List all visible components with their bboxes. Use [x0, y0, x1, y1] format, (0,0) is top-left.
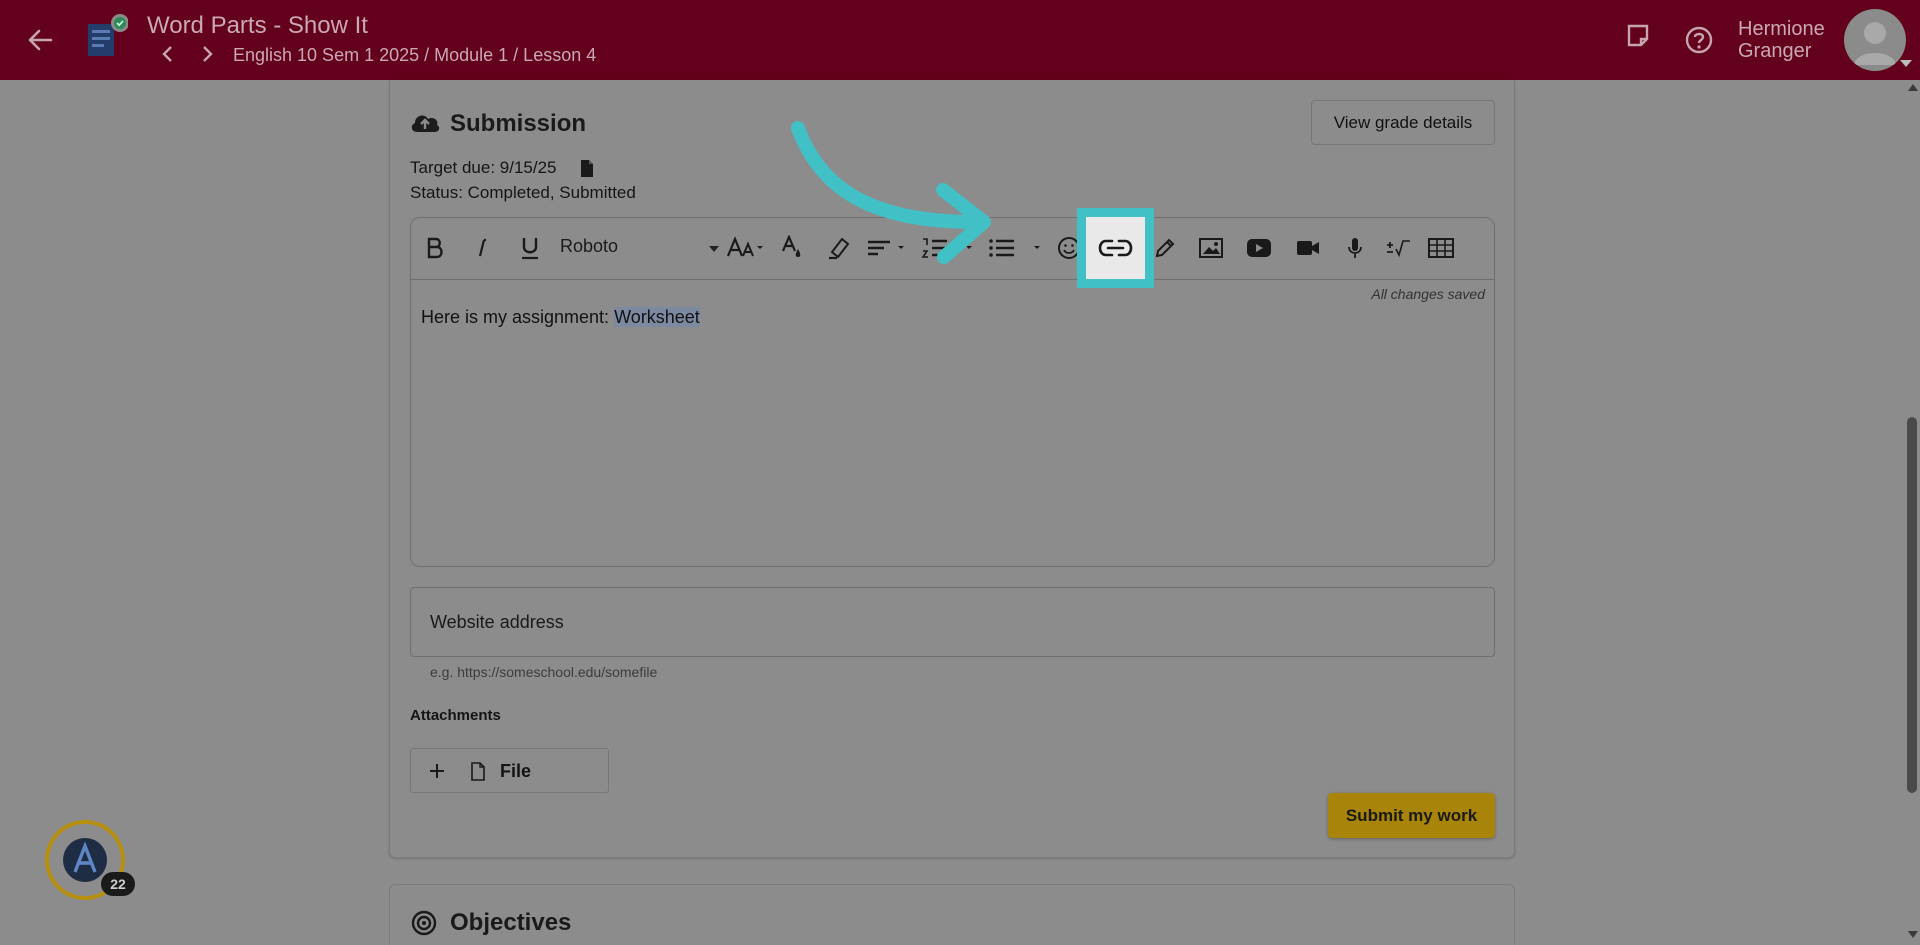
top-bar: Word Parts - Show It English 10 Sem 1 20… [0, 0, 1920, 80]
microphone-icon [1348, 238, 1362, 258]
help-icon [1685, 26, 1713, 54]
scroll-up-arrow[interactable] [1908, 84, 1918, 91]
arrow-left-icon [28, 29, 53, 51]
attachments-label: Attachments [410, 707, 501, 724]
document-icon[interactable] [579, 159, 595, 178]
bold-icon [427, 237, 443, 259]
insert-image-button[interactable] [1198, 233, 1224, 263]
page-title: Word Parts - Show It [147, 12, 368, 39]
target-icon [410, 909, 438, 937]
user-last-name: Granger [1738, 40, 1812, 62]
breadcrumb[interactable]: English 10 Sem 1 2025 / Module 1 / Lesso… [233, 45, 596, 66]
font-family-select[interactable]: Roboto [560, 236, 720, 262]
math-icon [1387, 240, 1410, 258]
status-text: Status: Completed, Submitted [410, 183, 636, 202]
pen-icon [1155, 238, 1175, 258]
scroll-down-arrow[interactable] [1908, 931, 1918, 938]
website-address-field[interactable] [410, 587, 1495, 657]
font-size-button[interactable] [726, 233, 766, 263]
tutorial-arrow-icon [791, 121, 991, 264]
image-icon [1199, 238, 1223, 258]
table-icon [1428, 238, 1454, 258]
previous-lesson-button[interactable] [158, 42, 178, 66]
scroll-thumb[interactable] [1907, 417, 1917, 793]
chevron-right-icon [203, 46, 213, 62]
scrollbar[interactable] [1904, 80, 1920, 945]
lesson-type-icon [84, 14, 129, 60]
website-hint: e.g. https://someschool.edu/somefile [430, 664, 658, 680]
notes-button[interactable] [1624, 22, 1652, 50]
insert-table-button[interactable] [1427, 233, 1455, 263]
cloud-upload-icon [409, 110, 441, 134]
toolbar-divider [411, 279, 1494, 280]
insert-video-button[interactable] [1296, 233, 1320, 263]
link-icon [1098, 239, 1133, 257]
selected-text[interactable]: Worksheet [614, 307, 700, 327]
pen-button[interactable] [1153, 233, 1177, 263]
record-audio-button[interactable] [1346, 233, 1364, 263]
font-size-icon [726, 236, 763, 257]
objectives-title: Objectives [450, 909, 572, 936]
italic-button[interactable] [470, 233, 494, 263]
bold-button[interactable] [422, 233, 448, 263]
target-due-text: Target due: 9/15/25 [410, 158, 557, 177]
chevron-down-icon[interactable] [1900, 60, 1912, 67]
italic-icon [478, 238, 487, 257]
file-icon [470, 762, 486, 781]
next-lesson-button[interactable] [197, 42, 217, 66]
file-button-label: File [500, 761, 532, 781]
editor-text: Here is my assignment: [421, 307, 615, 327]
underline-icon [522, 238, 538, 260]
math-equation-button[interactable] [1385, 233, 1411, 263]
editor-content[interactable]: Here is my assignment: Worksheet [421, 307, 700, 328]
submission-title: Submission [450, 110, 587, 137]
badge-count: 22 [101, 872, 135, 896]
youtube-icon [1247, 239, 1271, 257]
user-name[interactable]: Hermione Granger [1738, 18, 1848, 62]
note-icon [1627, 24, 1649, 47]
underline-button[interactable] [517, 233, 543, 263]
back-button[interactable] [24, 24, 56, 56]
video-camera-icon [1297, 241, 1319, 255]
avatar[interactable] [1844, 9, 1906, 71]
plus-icon [427, 761, 447, 781]
user-avatar-icon [1854, 22, 1896, 65]
help-button[interactable] [1683, 24, 1715, 56]
submit-my-work-button[interactable]: Submit my work [1328, 793, 1495, 838]
chevron-down-icon[interactable] [709, 246, 719, 252]
achievement-logo-icon [63, 838, 107, 882]
rich-text-editor[interactable] [410, 217, 1495, 567]
insert-link-button[interactable] [1077, 208, 1154, 288]
insert-youtube-button[interactable] [1246, 233, 1272, 263]
chevron-left-icon [162, 46, 172, 62]
save-status: All changes saved [1371, 286, 1485, 302]
view-grade-details-button[interactable]: View grade details [1311, 100, 1495, 145]
user-first-name: Hermione [1738, 18, 1825, 40]
